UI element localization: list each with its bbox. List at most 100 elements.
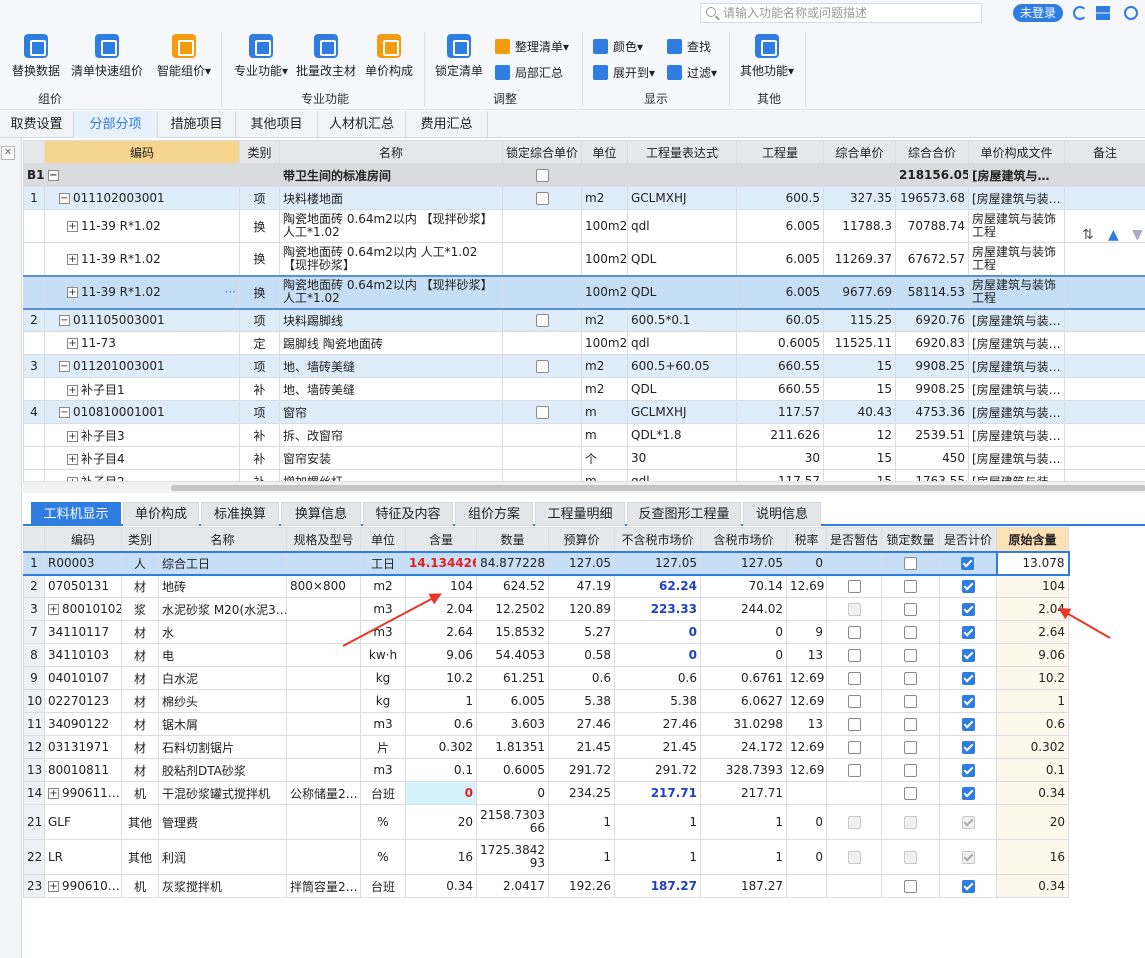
unit-price[interactable]: 9677.69 (823, 274, 896, 310)
resource-code[interactable]: +990611… (44, 781, 122, 805)
priced-checkbox[interactable] (961, 718, 975, 731)
priced-checkbox[interactable] (961, 787, 975, 800)
price-composition-file[interactable]: [房屋建筑与装… (968, 331, 1065, 355)
resource-name[interactable]: 水 (158, 620, 287, 644)
provisional-cell[interactable] (826, 620, 882, 644)
lock-quantity-cell[interactable] (881, 758, 940, 782)
provisional-cell[interactable] (826, 550, 882, 576)
quantity-expression[interactable]: QDL (627, 242, 737, 276)
table-row[interactable]: 13 80010811 材胶粘剂DTA砂浆 m3 0.1 0.6005 291.72 291.… (23, 758, 1069, 782)
resource-name[interactable]: 利润 (158, 839, 287, 875)
item-unit[interactable]: m (581, 423, 628, 447)
item-unit[interactable]: m (581, 400, 628, 424)
grid2-header[interactable]: 编码 (44, 527, 122, 552)
quantity[interactable]: 6.005 (736, 242, 824, 276)
spec-model[interactable] (286, 597, 361, 621)
resource-unit[interactable]: m3 (360, 758, 406, 782)
resource-code[interactable]: LR (44, 839, 122, 875)
lock-price-cell[interactable] (502, 469, 582, 481)
grid1-header[interactable]: 锁定综合单价 (502, 140, 582, 164)
quantity-expression[interactable]: GCLMXHJ (627, 400, 737, 424)
item-unit[interactable]: 100m2 (581, 242, 628, 276)
collapse-toggle[interactable]: − (48, 170, 59, 181)
content-amount[interactable]: 2.04 (405, 597, 477, 621)
price-composition-file[interactable]: [房屋建筑与装… (968, 354, 1065, 378)
quantity[interactable]: 600.5 (736, 186, 824, 210)
table-row[interactable]: + 补子目1 补地、墙砖美缝 m2 QDL 660.55 15 9908.25 [房屋建筑与装… (23, 377, 1145, 401)
item-unit[interactable]: m2 (581, 354, 628, 378)
unit-price[interactable]: 327.35 (823, 186, 896, 210)
remarks[interactable] (1064, 308, 1145, 332)
lock-quantity-cell[interactable] (881, 735, 940, 759)
lock-list-button[interactable]: 锁定清单 (432, 34, 486, 79)
tax-rate[interactable]: 13 (786, 643, 827, 667)
spec-model[interactable]: 800×800 (286, 574, 361, 598)
item-code-cell[interactable]: +11-73 (44, 331, 240, 355)
priced-checkbox[interactable] (961, 672, 975, 685)
more-options-button[interactable]: ··· (225, 285, 236, 299)
lock-quantity-checkbox[interactable] (904, 580, 917, 594)
spec-model[interactable] (286, 666, 361, 690)
unit-price[interactable]: 12 (823, 423, 896, 447)
priced-cell[interactable] (939, 758, 997, 782)
priced-checkbox[interactable] (961, 695, 975, 708)
price-composition-file[interactable]: [房屋建筑与装… (968, 308, 1065, 332)
item-name[interactable]: 陶瓷地面砖 0.64m2以内 人工*1.02 【现拌砂浆】 (279, 242, 503, 276)
market-price-excl-tax[interactable]: 223.33 (614, 597, 701, 621)
resource-unit[interactable]: m2 (360, 574, 406, 598)
provisional-cell[interactable] (826, 804, 882, 840)
lock-quantity-checkbox[interactable] (904, 741, 917, 754)
tab-pricing-plan[interactable]: 组价方案 (455, 502, 533, 526)
item-unit[interactable]: 100m2 (581, 209, 628, 243)
quantity-expression[interactable]: 600.5*0.1 (627, 308, 737, 332)
item-name[interactable]: 陶瓷地面砖 0.64m2以内 【现拌砂浆】 人工*1.02 (279, 274, 503, 310)
provisional-cell[interactable] (826, 781, 882, 805)
lock-price-cell[interactable] (502, 274, 582, 310)
tax-rate[interactable] (786, 597, 827, 621)
lock-price-checkbox[interactable] (535, 314, 549, 328)
provisional-checkbox[interactable] (847, 649, 861, 662)
remarks[interactable] (1064, 354, 1145, 378)
item-name[interactable]: 地、墙砖美缝 (279, 377, 503, 401)
content-amount[interactable]: 0 (405, 781, 477, 805)
smart-pricing-button[interactable]: 智能组价▾ (152, 34, 216, 79)
price-composition-file[interactable]: 房屋建筑与装饰工程 (968, 274, 1065, 310)
unit-price[interactable]: 40.43 (823, 400, 896, 424)
lock-price-checkbox[interactable] (535, 169, 549, 182)
tax-rate[interactable] (786, 781, 827, 805)
provisional-cell[interactable] (826, 839, 882, 875)
item-name[interactable]: 拆、改窗帘 (279, 423, 503, 447)
resource-name[interactable]: 电 (158, 643, 287, 667)
collapse-panel-icon[interactable]: ✕ (1, 146, 15, 160)
remarks[interactable] (1064, 446, 1145, 470)
provisional-checkbox[interactable] (847, 764, 861, 777)
grid1-header[interactable]: 编码 (44, 140, 240, 164)
filter-button[interactable]: 过滤▾ (667, 64, 717, 82)
other-functions-button[interactable]: 其他功能▾ (738, 34, 796, 79)
resource-code[interactable]: 02270123 (44, 689, 122, 713)
table-row[interactable]: 21 GLF 其他 管理费% 20 2158.7303 66 1 1 1 0 20 (23, 804, 1069, 840)
lock-quantity-checkbox[interactable] (904, 557, 917, 570)
quantity-expression[interactable]: qdl (627, 331, 737, 355)
lock-quantity-checkbox[interactable] (904, 603, 917, 616)
item-code-cell[interactable]: + 补子目4 (44, 446, 240, 470)
expand-to-button[interactable]: 展开到▾ (593, 64, 655, 82)
market-price-incl-tax[interactable]: 217.71 (700, 781, 787, 805)
resource-code[interactable]: 03131971 (44, 735, 122, 759)
lock-quantity-checkbox[interactable] (904, 672, 917, 685)
table-row[interactable]: 4−010810001001 项窗帘 m GCLMXHJ 117.57 40.43 4753… (23, 400, 1145, 424)
market-price-incl-tax[interactable]: 70.14 (700, 574, 787, 598)
remarks[interactable] (1064, 242, 1145, 276)
lock-quantity-cell[interactable] (881, 874, 940, 898)
table-row[interactable]: 9 04010107 材白水泥 kg 10.2 61.251 0.6 0.6 0.6761 12.… (23, 666, 1069, 690)
resource-code[interactable]: 34110103 (44, 643, 122, 667)
grid2-header[interactable]: 锁定数量 (881, 527, 940, 552)
tax-rate[interactable]: 0 (786, 550, 827, 576)
provisional-cell[interactable] (826, 874, 882, 898)
table-row[interactable]: 2 07050131 材地砖 800×800 m2 104 624.52 47.19 62.24… (23, 574, 1069, 598)
resource-code[interactable]: 07050131 (44, 574, 122, 598)
lock-quantity-cell[interactable] (881, 666, 940, 690)
priced-cell[interactable] (939, 735, 997, 759)
item-unit[interactable]: 个 (581, 446, 628, 470)
expand-toggle[interactable]: + (48, 788, 59, 799)
